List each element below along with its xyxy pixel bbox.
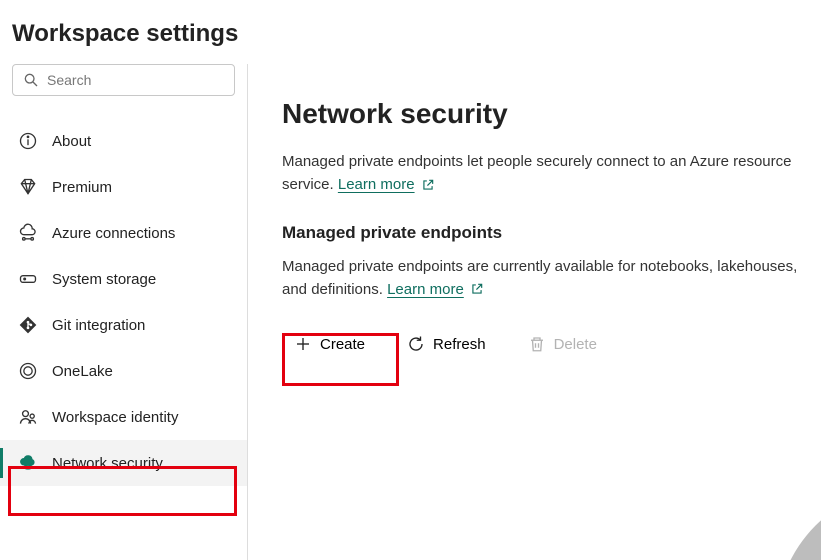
toolbar: Create Refresh Delete: [282, 327, 821, 361]
sidebar-item-label: Azure connections: [52, 225, 175, 242]
sidebar-item-label: OneLake: [52, 363, 113, 380]
sidebar-nav: About Premium Azure connections System s…: [0, 118, 247, 486]
learn-more-link-2[interactable]: Learn more: [387, 278, 484, 301]
sidebar-item-about[interactable]: About: [0, 118, 247, 164]
sidebar-item-workspace-identity[interactable]: Workspace identity: [0, 394, 247, 440]
external-link-icon: [470, 282, 484, 296]
identity-icon: [18, 407, 38, 427]
main-heading: Network security: [282, 98, 821, 130]
sidebar-item-label: Workspace identity: [52, 409, 178, 426]
intro-description: Managed private endpoints let people sec…: [282, 150, 821, 197]
sidebar-item-label: System storage: [52, 271, 156, 288]
search-input[interactable]: [47, 72, 228, 88]
search-box[interactable]: [12, 64, 235, 96]
section-description: Managed private endpoints are currently …: [282, 255, 821, 302]
delete-button: Delete: [516, 327, 609, 361]
sidebar-item-premium[interactable]: Premium: [0, 164, 247, 210]
learn-more-link[interactable]: Learn more: [338, 173, 435, 196]
refresh-icon: [407, 335, 425, 353]
onelake-icon: [18, 361, 38, 381]
info-icon: [18, 131, 38, 151]
sidebar-item-git-integration[interactable]: Git integration: [0, 302, 247, 348]
refresh-button[interactable]: Refresh: [395, 327, 498, 361]
page-title: Workspace settings: [0, 0, 821, 64]
empty-state-illustration: [776, 486, 821, 560]
sidebar-item-label: Network security: [52, 455, 163, 472]
create-button[interactable]: Create: [282, 327, 377, 361]
sidebar-item-label: Git integration: [52, 317, 145, 334]
git-icon: [18, 315, 38, 335]
cloud-connection-icon: [18, 223, 38, 243]
sidebar-item-label: About: [52, 133, 91, 150]
sidebar: About Premium Azure connections System s…: [0, 64, 248, 560]
sidebar-item-system-storage[interactable]: System storage: [0, 256, 247, 302]
plus-icon: [294, 335, 312, 353]
external-link-icon: [421, 178, 435, 192]
sidebar-item-network-security[interactable]: Network security: [0, 440, 247, 486]
section-title: Managed private endpoints: [282, 223, 821, 243]
main-content: Network security Managed private endpoin…: [248, 64, 821, 560]
sidebar-item-onelake[interactable]: OneLake: [0, 348, 247, 394]
cloud-lock-icon: [18, 453, 38, 473]
sidebar-item-azure-connections[interactable]: Azure connections: [0, 210, 247, 256]
storage-icon: [18, 269, 38, 289]
search-icon: [23, 72, 39, 88]
sidebar-item-label: Premium: [52, 179, 112, 196]
trash-icon: [528, 335, 546, 353]
diamond-icon: [18, 177, 38, 197]
